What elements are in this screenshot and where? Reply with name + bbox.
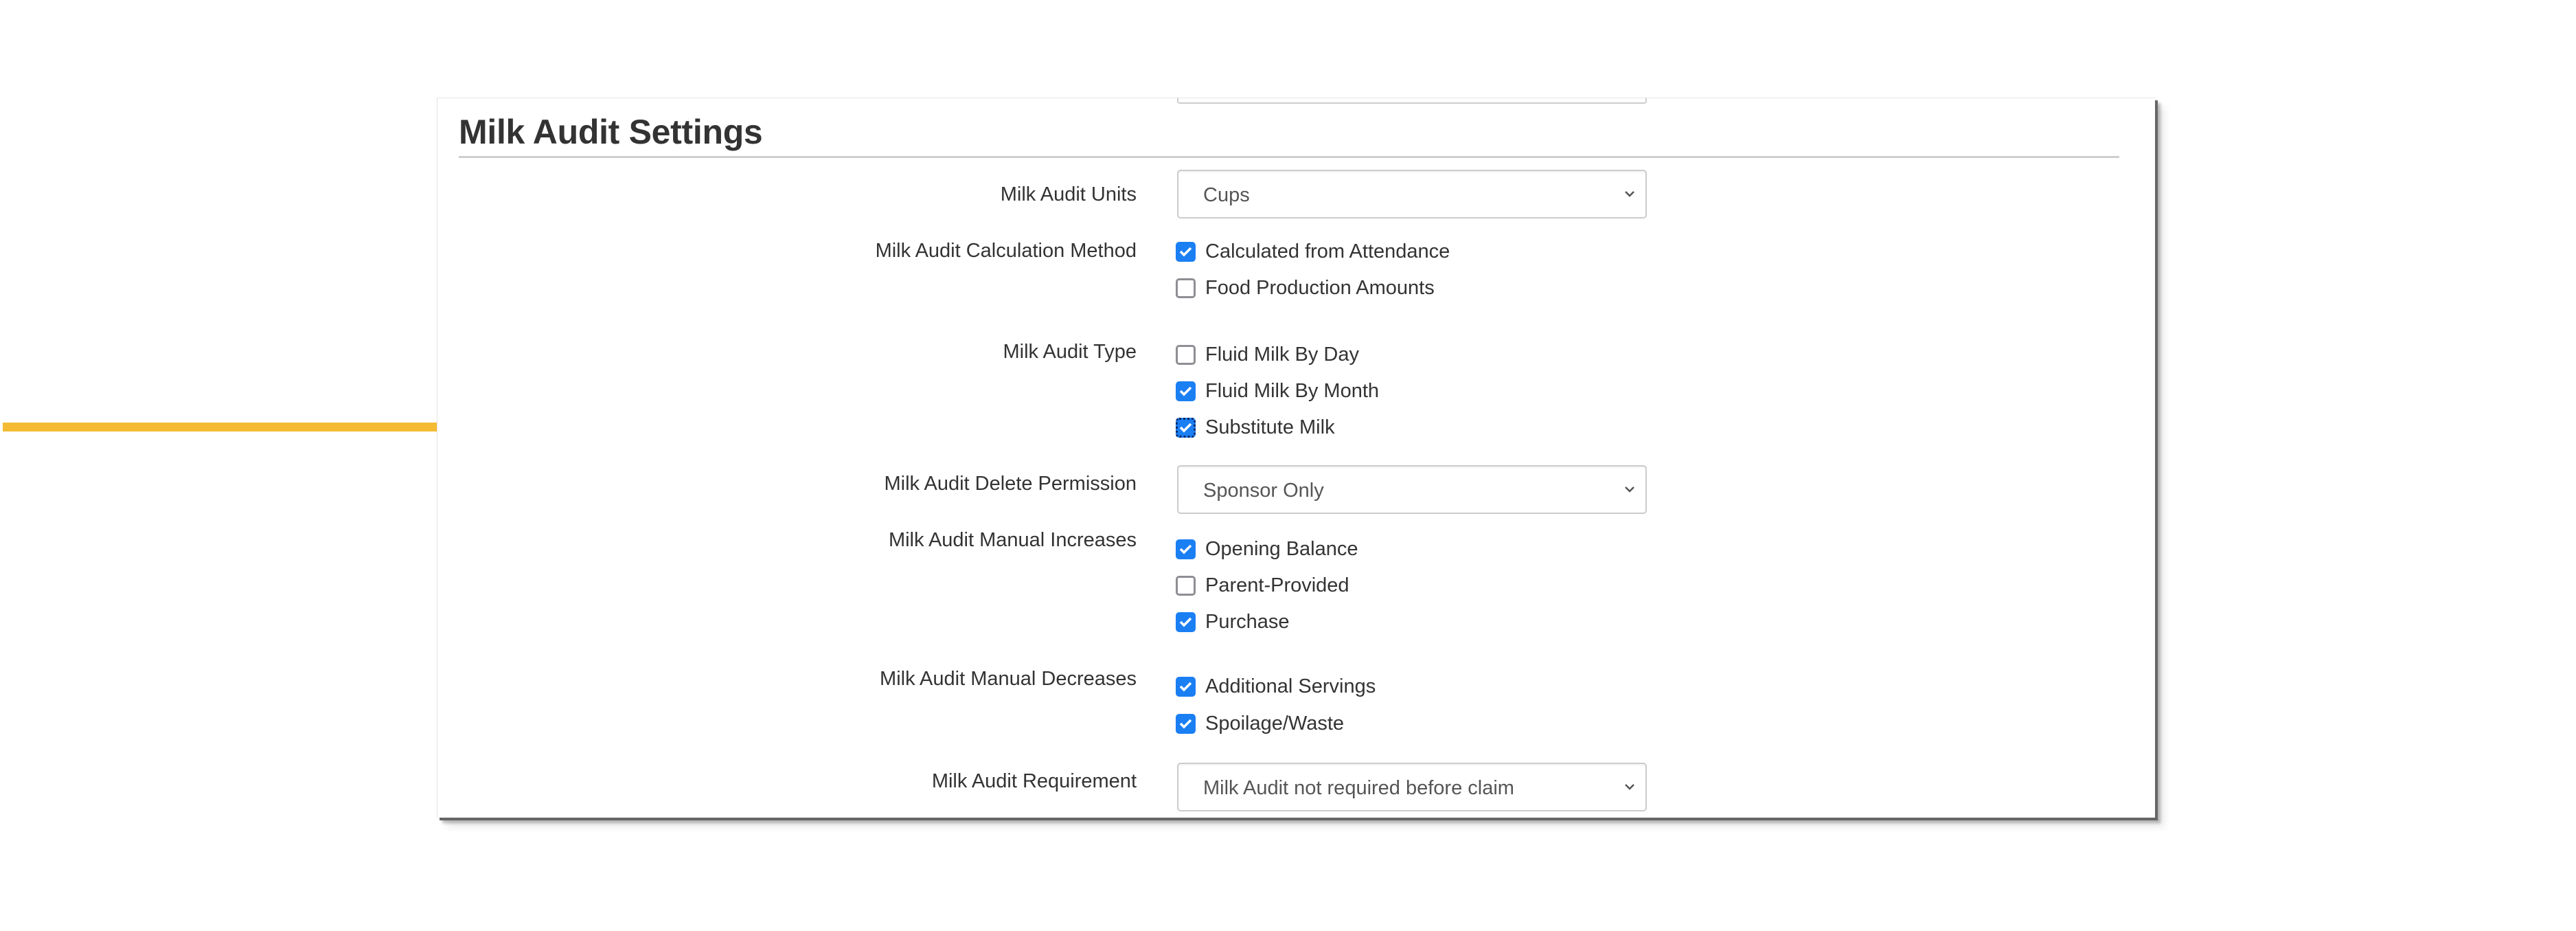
units-select[interactable]: Cups: [1177, 170, 1647, 218]
checkbox-checked-icon[interactable]: [1176, 241, 1196, 262]
delete-permission-select[interactable]: Sponsor Only: [1177, 465, 1647, 514]
checkbox-unchecked-icon[interactable]: [1176, 575, 1196, 596]
checkbox-checked-icon[interactable]: [1176, 539, 1196, 559]
checkbox-unchecked-icon[interactable]: [1176, 344, 1196, 365]
checkbox-purchase[interactable]: Purchase: [1176, 610, 1290, 633]
label-requirement: Milk Audit Requirement: [931, 770, 1137, 792]
checkbox-additional-servings[interactable]: Additional Servings: [1176, 675, 1376, 697]
checkbox-label: Purchase: [1205, 610, 1290, 633]
chevron-down-icon: [1625, 784, 1634, 790]
label-manual-decreases: Milk Audit Manual Decreases: [880, 668, 1137, 690]
label-calculation-method: Milk Audit Calculation Method: [875, 240, 1137, 262]
checkbox-fluid-milk-by-day[interactable]: Fluid Milk By Day: [1176, 343, 1359, 366]
checkbox-fluid-milk-by-month[interactable]: Fluid Milk By Month: [1176, 379, 1380, 402]
checkbox-unchecked-icon[interactable]: [1176, 278, 1196, 298]
checkbox-label: Fluid Milk By Day: [1205, 343, 1359, 366]
label-units: Milk Audit Units: [1000, 183, 1137, 205]
milk-audit-settings-panel: Milk Audit Settings Milk Audit Units Mil…: [437, 98, 2155, 818]
units-select-value: Cups: [1203, 184, 1250, 206]
checkbox-substitute-milk[interactable]: Substitute Milk: [1176, 416, 1335, 438]
label-type: Milk Audit Type: [1003, 341, 1137, 363]
checkbox-opening-balance[interactable]: Opening Balance: [1176, 537, 1358, 560]
chevron-down-icon: [1625, 486, 1634, 493]
previous-field-select[interactable]: [1177, 98, 1647, 104]
checkbox-label: Food Production Amounts: [1205, 276, 1435, 299]
checkbox-label: Fluid Milk By Month: [1205, 379, 1380, 402]
requirement-select[interactable]: Milk Audit not required before claim: [1177, 763, 1647, 811]
checkbox-calculated-from-attendance[interactable]: Calculated from Attendance: [1176, 240, 1450, 262]
checkbox-label: Calculated from Attendance: [1205, 240, 1450, 262]
checkbox-parent-provided[interactable]: Parent-Provided: [1176, 574, 1349, 596]
checkbox-food-production-amounts[interactable]: Food Production Amounts: [1176, 276, 1435, 299]
label-delete-permission: Milk Audit Delete Permission: [884, 473, 1137, 495]
checkbox-label: Substitute Milk: [1205, 416, 1335, 438]
checkbox-label: Parent-Provided: [1205, 574, 1349, 596]
delete-permission-select-value: Sponsor Only: [1203, 480, 1324, 502]
checkbox-spoilage-waste[interactable]: Spoilage/Waste: [1176, 713, 1344, 734]
checkbox-checked-icon[interactable]: [1176, 676, 1196, 697]
checkbox-checked-icon[interactable]: [1176, 381, 1196, 401]
checkbox-label: Additional Servings: [1205, 675, 1376, 697]
requirement-select-value: Milk Audit not required before claim: [1203, 777, 1514, 799]
checkbox-label: Spoilage/Waste: [1205, 712, 1345, 734]
checkbox-checked-icon[interactable]: [1176, 612, 1196, 632]
chevron-down-icon: [1625, 191, 1634, 197]
label-manual-increases: Milk Audit Manual Increases: [888, 529, 1137, 551]
checkbox-checked-icon[interactable]: [1176, 417, 1196, 438]
checkbox-label: Opening Balance: [1205, 537, 1358, 560]
checkbox-checked-icon[interactable]: [1176, 713, 1196, 734]
